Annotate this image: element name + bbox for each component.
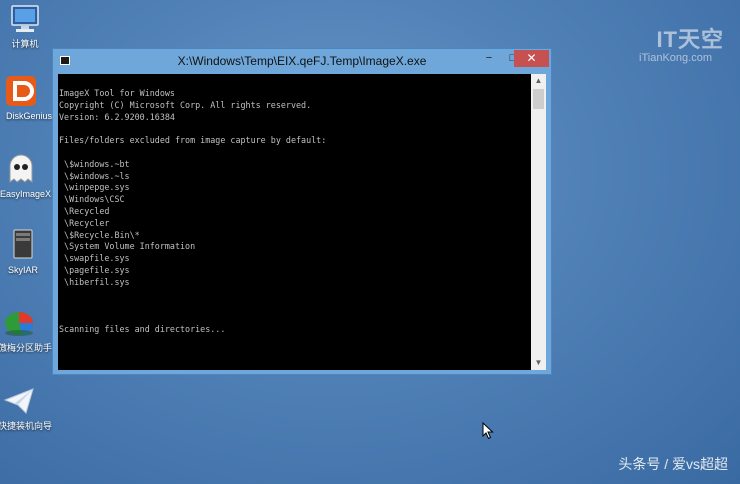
partition-assistant-icon [2,306,36,340]
console-line: \winpepge.sys [59,182,130,193]
scrollbar-thumb[interactable] [533,89,544,109]
console-line: ImageX Tool for Windows [59,88,175,98]
console-line: \swapfile.sys [59,253,130,264]
easyimagex-icon [4,152,38,186]
console-line: Scanning files and directories... [59,323,226,334]
console-line: \$Recycle.Bin\* [59,229,140,240]
close-button[interactable]: ✕ [514,50,549,67]
watermark-logo: IT天空 [656,27,724,52]
console-line: Version: 6.2.9200.16384 [59,111,175,122]
vertical-scrollbar[interactable]: ▲ ▼ [531,74,546,370]
console-text: ImageX Tool for Windows Copyright (C) Mi… [58,74,531,336]
scroll-down-arrow-icon[interactable]: ▼ [531,356,546,370]
scroll-up-arrow-icon[interactable]: ▲ [531,74,546,88]
console-line: \$windows.~ls [59,170,130,181]
desktop-icon-diskgenius[interactable]: DiskGenius [0,74,52,122]
desktop-icon-label: 计算机 [11,39,39,49]
console-line: \Recycler [59,217,110,228]
console-line: Copyright (C) Microsoft Corp. All rights… [59,99,312,110]
skyiar-icon [6,228,40,262]
console-line: \System Volume Information [59,241,196,252]
minimize-button[interactable]: − [477,50,501,67]
console-line: \Windows\CSC [59,194,125,205]
console-line: \Recycled [59,205,110,216]
console-line: \pagefile.sys [59,264,130,275]
console-line: \hiberfil.sys [59,276,130,287]
console-output[interactable]: ImageX Tool for Windows Copyright (C) Mi… [58,74,531,370]
mouse-cursor-icon [482,421,494,445]
watermark-attribution: 头条号 / 爱vs超超 [618,456,728,472]
diskgenius-icon [4,74,38,108]
desktop-icon-label: 快捷装机向导 [0,421,53,431]
window-titlebar[interactable]: X:\Windows\Temp\EIX.qeFJ.Temp\ImageX.exe… [53,49,551,73]
desktop-icon-skyiar[interactable]: SkyIAR [0,228,48,276]
desktop-icon-label: EasyImageX [0,189,52,199]
watermark-site: iTianKong.com [639,52,712,64]
console-line: Files/folders excluded from image captur… [59,135,327,146]
desktop-icon-label: SkyIAR [7,265,38,275]
desktop-icon-computer[interactable]: 计算机 [0,2,50,50]
install-wizard-icon [2,384,36,418]
console-line: \$windows.~bt [59,158,130,169]
console-window[interactable]: X:\Windows\Temp\EIX.qeFJ.Temp\ImageX.exe… [52,48,552,375]
desktop-icon-label: 傲梅分区助手 [0,343,53,353]
desktop-icon-install-wizard[interactable]: 快捷装机向导 [0,384,52,432]
desktop-icon-easyimagex[interactable]: EasyImageX [0,152,51,200]
desktop-icon-label: DiskGenius [5,111,52,121]
desktop-icon-partition-assistant[interactable]: 傲梅分区助手 [0,306,52,354]
computer-icon [8,2,42,36]
